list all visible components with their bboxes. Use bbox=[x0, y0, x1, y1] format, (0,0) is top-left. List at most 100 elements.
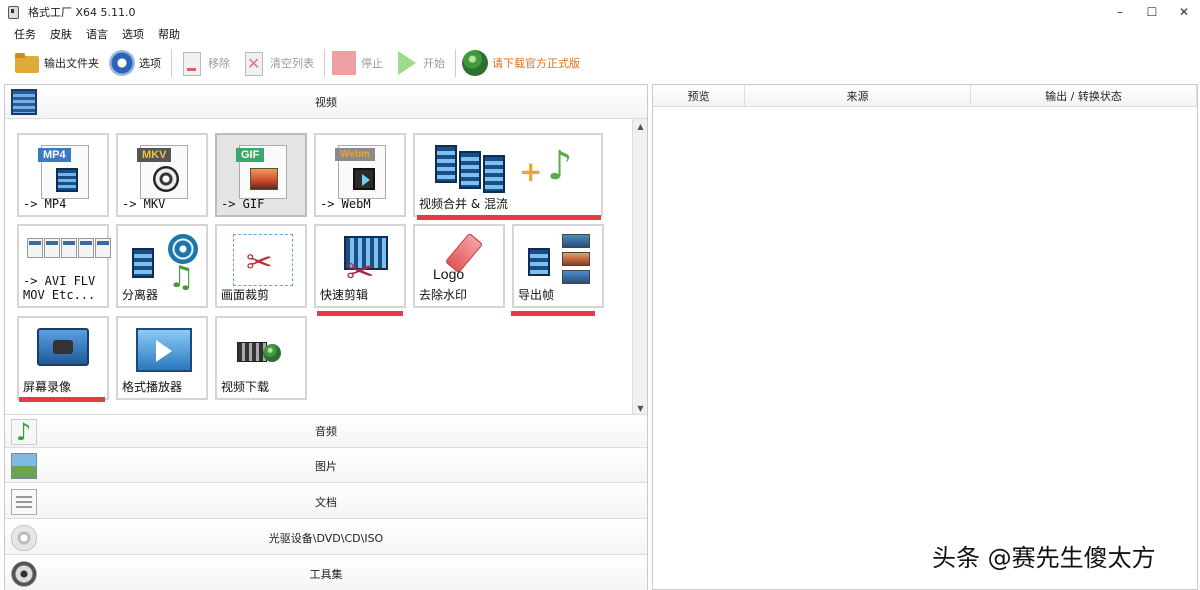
stop-icon bbox=[331, 50, 357, 76]
disc-icon bbox=[11, 525, 37, 551]
remove-label: 移除 bbox=[208, 57, 230, 70]
splitter-icon: ♫ bbox=[132, 234, 202, 295]
tile-to-mp4-label: -> MP4 bbox=[23, 197, 67, 211]
film-icon bbox=[11, 89, 37, 115]
tile-remove-watermark[interactable]: Logo 去除水印 bbox=[413, 224, 505, 308]
tile-to-mp4[interactable]: MP4 -> MP4 bbox=[17, 133, 109, 217]
start-button[interactable]: 开始 bbox=[393, 48, 445, 78]
image-icon bbox=[250, 168, 278, 190]
scroll-up-arrow-icon[interactable]: ▲ bbox=[633, 119, 648, 133]
category-tools[interactable]: 工具集 bbox=[5, 557, 647, 590]
player-icon bbox=[136, 328, 192, 372]
category-disc-label: 光驱设备\DVD\CD\ISO bbox=[268, 531, 384, 545]
clear-list-button[interactable]: 清空列表 bbox=[240, 48, 314, 78]
tile-quick-cut[interactable]: ✂ 快速剪辑 bbox=[314, 224, 406, 308]
highlight-underline bbox=[19, 397, 105, 402]
tile-to-gif-label: -> GIF bbox=[221, 197, 265, 211]
menu-help[interactable]: 帮助 bbox=[158, 26, 180, 42]
tools-icon bbox=[11, 561, 37, 587]
play-icon bbox=[353, 168, 375, 190]
highlight-underline bbox=[417, 215, 601, 220]
category-image[interactable]: 图片 bbox=[5, 449, 647, 483]
globe-icon bbox=[462, 50, 488, 76]
file-icon bbox=[95, 238, 111, 258]
video-tools-grid: MP4 -> MP4 MKV -> MKV GIF -> GIF Webm ->… bbox=[5, 119, 633, 415]
tile-to-avi-label-line2: MOV Etc... bbox=[23, 288, 96, 302]
tile-crop-label: 画面裁剪 bbox=[221, 288, 270, 302]
image-icon bbox=[562, 270, 590, 284]
tile-export-frames[interactable]: 导出帧 bbox=[512, 224, 604, 308]
tile-video-download[interactable]: 视频下载 bbox=[215, 316, 307, 400]
tile-to-mkv[interactable]: MKV -> MKV bbox=[116, 133, 208, 217]
close-button[interactable]: ✕ bbox=[1168, 0, 1200, 24]
export-frames-icon bbox=[524, 232, 604, 288]
category-video[interactable]: 视频 bbox=[5, 85, 647, 119]
crop-scissors-icon bbox=[233, 234, 293, 286]
maximize-button[interactable]: ☐ bbox=[1136, 0, 1168, 24]
category-disc[interactable]: 光驱设备\DVD\CD\ISO bbox=[5, 521, 647, 555]
stop-button[interactable]: 停止 bbox=[331, 48, 383, 78]
column-source[interactable]: 来源 bbox=[745, 85, 971, 107]
category-audio[interactable]: 音频 bbox=[5, 414, 647, 448]
tile-video-merge[interactable]: + ♪ 视频合并 & 混流 bbox=[413, 133, 603, 217]
menu-options[interactable]: 选项 bbox=[122, 26, 144, 42]
start-label: 开始 bbox=[423, 57, 445, 70]
column-output-status[interactable]: 输出 / 转换状态 bbox=[971, 85, 1197, 107]
tile-to-avi-flv-mov[interactable]: -> AVI FLV MOV Etc... bbox=[17, 224, 111, 308]
tile-to-gif[interactable]: GIF -> GIF bbox=[215, 133, 307, 217]
film-icon bbox=[435, 145, 457, 183]
download-official-link[interactable]: 请下载官方正式版 bbox=[462, 48, 580, 78]
tile-video-download-label: 视频下载 bbox=[221, 380, 270, 394]
tile-splitter[interactable]: ♫ 分离器 bbox=[116, 224, 208, 308]
highlight-underline bbox=[317, 311, 403, 316]
screen-record-icon bbox=[37, 328, 89, 366]
gif-badge: GIF bbox=[236, 148, 265, 162]
category-document-label: 文档 bbox=[315, 495, 337, 509]
webm-badge: Webm bbox=[335, 148, 375, 161]
menu-task[interactable]: 任务 bbox=[14, 26, 36, 42]
toolbar: 输出文件夹 选项 移除 清空列表 停止 开始 请下载官方正式版 bbox=[0, 44, 1200, 82]
task-table-header: 预览 来源 输出 / 转换状态 bbox=[653, 85, 1197, 107]
toolbar-separator bbox=[171, 49, 172, 77]
highlight-underline bbox=[511, 311, 595, 316]
globe-icon bbox=[263, 344, 281, 362]
scroll-down-arrow-icon[interactable]: ▼ bbox=[633, 401, 648, 415]
music-note-icon: ♪ bbox=[547, 143, 573, 189]
tile-player-label: 格式播放器 bbox=[122, 380, 183, 394]
tile-to-mkv-label: -> MKV bbox=[122, 197, 166, 211]
video-grid-scrollbar[interactable]: ▲ ▼ bbox=[632, 119, 647, 415]
output-folder-button[interactable]: 输出文件夹 bbox=[14, 48, 99, 78]
merge-icon: + ♪ bbox=[435, 141, 585, 197]
film-icon bbox=[132, 248, 154, 278]
tile-screen-record-label: 屏幕录像 bbox=[23, 380, 72, 394]
tile-crop[interactable]: 画面裁剪 bbox=[215, 224, 307, 308]
tile-splitter-label: 分离器 bbox=[122, 288, 159, 302]
tile-to-avi-label-line1: -> AVI FLV bbox=[23, 274, 96, 288]
toolbar-separator bbox=[324, 49, 325, 77]
window-title: 格式工厂 X64 5.11.0 bbox=[28, 6, 136, 19]
tile-player[interactable]: 格式播放器 bbox=[116, 316, 208, 400]
quick-cut-icon: ✂ bbox=[332, 236, 396, 292]
film-icon bbox=[56, 168, 78, 192]
tile-to-webm[interactable]: Webm -> WebM bbox=[314, 133, 406, 217]
film-icon bbox=[528, 248, 550, 276]
file-icon bbox=[78, 238, 94, 258]
clear-list-icon bbox=[240, 50, 266, 76]
tile-to-avi-label: -> AVI FLV MOV Etc... bbox=[23, 274, 95, 302]
menu-skin[interactable]: 皮肤 bbox=[50, 26, 72, 42]
file-icon bbox=[61, 238, 77, 258]
options-icon bbox=[109, 50, 135, 76]
menu-language[interactable]: 语言 bbox=[86, 26, 108, 42]
tile-video-merge-label: 视频合并 & 混流 bbox=[419, 197, 508, 211]
remove-button[interactable]: 移除 bbox=[178, 48, 230, 78]
column-preview[interactable]: 预览 bbox=[653, 85, 745, 107]
menu-bar: 任务 皮肤 语言 选项 帮助 bbox=[0, 24, 194, 44]
options-button[interactable]: 选项 bbox=[109, 48, 161, 78]
mkv-file-icon: MKV bbox=[137, 145, 188, 199]
minimize-button[interactable]: – bbox=[1104, 0, 1136, 24]
tile-screen-record[interactable]: 屏幕录像 bbox=[17, 316, 109, 400]
category-image-label: 图片 bbox=[315, 459, 337, 473]
category-document[interactable]: 文档 bbox=[5, 485, 647, 519]
watermark-text: 头条 @赛先生傻太方 bbox=[932, 544, 1156, 572]
folder-icon bbox=[14, 50, 40, 76]
